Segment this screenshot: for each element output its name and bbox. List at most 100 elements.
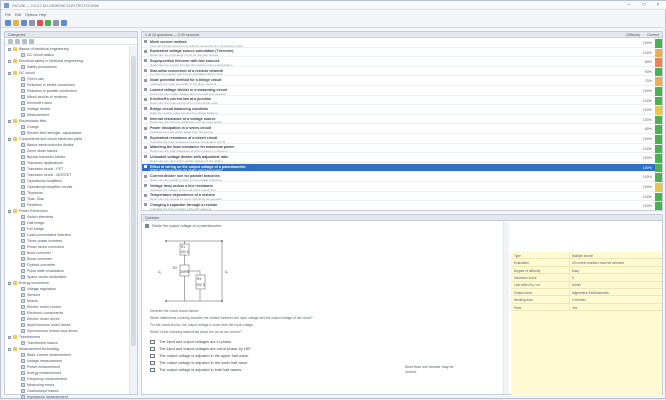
save-icon[interactable] [21, 20, 27, 26]
difficulty-indicator [655, 48, 662, 58]
menu-edit[interactable]: Edit [15, 13, 21, 17]
test-icon[interactable] [37, 20, 43, 26]
expand-toggle-icon[interactable] [8, 209, 11, 213]
question-type-icon [144, 203, 147, 207]
question-score: 90% [644, 69, 652, 74]
difficulty-indicator [655, 154, 662, 163]
answer-text: The input and output voltages are in pha… [159, 339, 233, 344]
answer-text: The input and output voltages are out of… [159, 346, 253, 351]
collapse-all-icon[interactable] [15, 39, 20, 44]
folder-icon [13, 119, 17, 123]
document-icon [21, 329, 25, 333]
open-icon[interactable] [13, 20, 19, 26]
folder-icon [13, 335, 17, 339]
expand-toggle-icon[interactable] [8, 59, 11, 63]
settings-icon[interactable] [53, 20, 59, 26]
category-tree: Basics of electrical engineering DC circu… [5, 46, 129, 400]
expand-toggle-icon[interactable] [8, 347, 11, 351]
property-value: 2 minutes [572, 298, 586, 303]
minimize-button[interactable]: – [623, 2, 635, 9]
tree-node[interactable]: Impedance measurement [5, 394, 129, 400]
answer-checkbox[interactable] [150, 367, 155, 372]
question-row[interactable]: Matching the load resistance for maximum… [142, 144, 662, 154]
question-type-icon [144, 97, 147, 101]
answer-checkbox[interactable] [150, 353, 155, 358]
folder-icon [13, 281, 17, 285]
document-icon [21, 389, 25, 393]
document-icon [21, 311, 25, 315]
document-icon [21, 173, 25, 177]
help-icon[interactable] [61, 20, 67, 26]
print-icon[interactable] [29, 20, 35, 26]
menu-bar: File Edit Options Help [1, 11, 666, 18]
answer-checkbox[interactable] [150, 339, 155, 344]
question-row[interactable]: Node potential method for a bridge circu… [142, 77, 662, 86]
question-row[interactable]: Equivalent resistance of a mixed circuit… [142, 135, 662, 144]
document-icon [21, 395, 25, 399]
difficulty-column-header[interactable]: Difficulty [626, 33, 640, 37]
check-icon[interactable] [45, 20, 51, 26]
expand-toggle-icon[interactable] [8, 281, 11, 285]
question-type-icon [144, 40, 147, 44]
answer-checkbox[interactable] [150, 360, 155, 365]
document-icon [21, 263, 25, 267]
new-icon[interactable] [5, 20, 11, 26]
question-row[interactable]: Internal resistance of a voltage source D… [142, 115, 662, 125]
property-value: Easy [572, 268, 580, 273]
question-row[interactable]: Kirchhoff's current law at a junction Det… [142, 96, 662, 106]
expand-toggle-icon[interactable] [8, 71, 11, 75]
property-value: 5 [572, 275, 574, 280]
question-row[interactable]: Bridge circuit balancing condition State … [142, 106, 662, 115]
description-text-4: Which of the following statements about … [150, 330, 242, 334]
search-icon[interactable] [29, 39, 34, 44]
expand-all-icon[interactable] [8, 39, 13, 44]
expand-toggle-icon[interactable] [8, 137, 11, 141]
question-row[interactable]: Temperature dependence of a resistor Dete… [142, 192, 662, 202]
tree-scrollbar[interactable] [129, 46, 137, 394]
question-row[interactable]: Effect of wiring on the output voltage o… [142, 163, 662, 173]
document-icon [21, 323, 25, 327]
question-type-icon [144, 59, 147, 63]
question-row[interactable]: Power dissipation in a series circuit Cal… [142, 125, 662, 134]
menu-file[interactable]: File [5, 13, 11, 17]
document-icon [21, 77, 25, 81]
correct-column-header[interactable]: Correct [647, 33, 659, 37]
expand-toggle-icon[interactable] [8, 47, 11, 51]
question-row[interactable]: Star-delta conversion of a resistor netw… [142, 67, 662, 77]
document-icon [21, 83, 25, 87]
question-row[interactable]: Current divider rule for parallel branch… [142, 173, 662, 182]
tree-node-label: Impedance measurement [27, 395, 68, 399]
question-row[interactable]: Loaded voltage divider in a measuring ci… [142, 87, 662, 96]
question-row[interactable]: Superposition theorem with two sources De… [142, 58, 662, 67]
question-row[interactable]: Mesh current method Two currents are know… [142, 39, 662, 48]
question-row[interactable]: Unloaded voltage divider with adjustable… [142, 154, 662, 163]
toolbar [1, 19, 666, 28]
document-icon [21, 341, 25, 345]
question-row[interactable]: Equivalent voltage source calculation (T… [142, 48, 662, 58]
close-button[interactable]: × [652, 2, 664, 9]
question-title: Divide the output voltage of a potentiom… [152, 224, 223, 228]
question-type-icon [144, 184, 147, 188]
property-divider [569, 281, 570, 289]
expand-toggle-icon[interactable] [8, 119, 11, 123]
property-value: All correct answers must be selected [572, 261, 624, 266]
question-row[interactable]: Charging a capacitor through a resistor C… [142, 202, 662, 210]
question-row[interactable]: Voltage drop across a line resistance Cal… [142, 183, 662, 192]
scrollbar-thumb[interactable] [131, 56, 136, 346]
folder-icon [13, 137, 17, 141]
answer-checkbox[interactable] [150, 346, 155, 351]
expand-toggle-icon[interactable] [8, 335, 11, 339]
filter-icon[interactable] [22, 39, 27, 44]
detail-scrollbar[interactable] [503, 222, 509, 394]
menu-options[interactable]: Options [25, 13, 37, 17]
maximize-button[interactable]: □ [638, 2, 650, 9]
answer-hint: More than one answer may be correct. [405, 365, 454, 374]
question-score: 100% [642, 175, 652, 180]
property-divider [569, 259, 570, 267]
folder-icon [13, 71, 17, 75]
properties-table: Type Multiple choice Evaluation All correct… [511, 252, 662, 312]
question-subtitle: Calculate the total resistance between t… [150, 139, 225, 144]
menu-help[interactable]: Help [39, 13, 46, 17]
difficulty-indicator [655, 183, 662, 192]
description-text-1: Describe the circuit shown above. [150, 309, 200, 313]
